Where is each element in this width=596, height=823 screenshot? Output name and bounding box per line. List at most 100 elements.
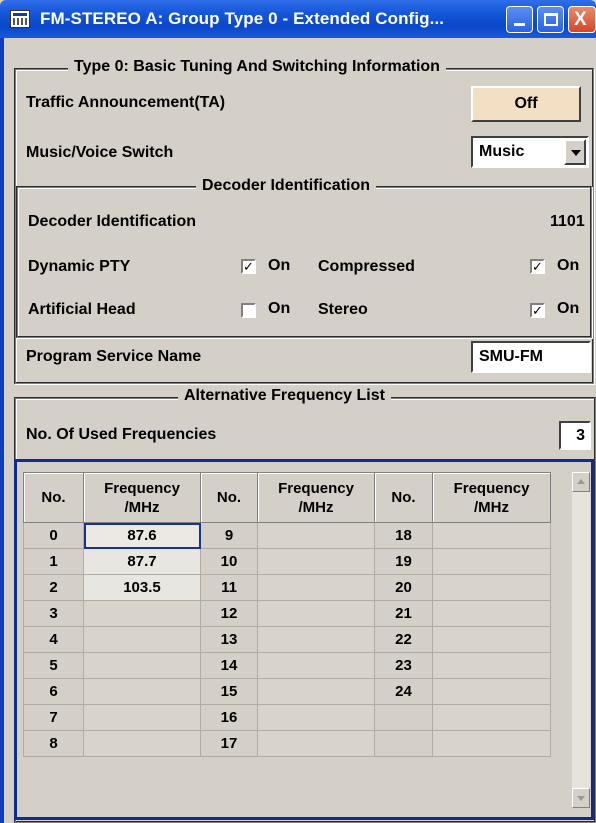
table-row: 3 12 21: [23, 600, 551, 627]
frequency-cell[interactable]: [257, 600, 375, 627]
artificial-head-label: Artificial Head: [28, 301, 136, 318]
frequency-cell[interactable]: [432, 704, 551, 731]
index-cell: 22: [374, 626, 433, 653]
close-icon: X: [574, 9, 587, 30]
table-row: 0 87.6 9 18: [23, 522, 551, 549]
column-header-no: No.: [374, 472, 433, 523]
index-cell: 7: [23, 704, 84, 731]
index-cell: 9: [200, 522, 258, 549]
frequency-cell[interactable]: [257, 678, 375, 705]
frequency-cell[interactable]: [257, 652, 375, 679]
compressed-checkbox[interactable]: ✓: [530, 259, 545, 274]
index-cell: 17: [200, 730, 258, 757]
scroll-down-icon[interactable]: [572, 788, 590, 808]
frequency-table-frame: No. Frequency/MHz No. Frequency/MHz No. …: [14, 459, 594, 820]
frequency-cell[interactable]: [432, 548, 551, 575]
vertical-scrollbar[interactable]: [572, 472, 590, 808]
used-frequencies-label: No. Of Used Frequencies: [26, 426, 217, 443]
index-cell: 13: [200, 626, 258, 653]
frequency-cell[interactable]: [432, 678, 551, 705]
index-cell: 15: [200, 678, 258, 705]
index-cell: 1: [23, 548, 84, 575]
index-cell: 6: [23, 678, 84, 705]
frequency-cell[interactable]: [432, 600, 551, 627]
frequency-cell[interactable]: [432, 626, 551, 653]
frequency-cell[interactable]: 87.6: [83, 522, 201, 549]
stereo-checkbox[interactable]: ✓: [530, 303, 545, 318]
frequency-cell[interactable]: [257, 548, 375, 575]
frequency-cell[interactable]: 87.7: [83, 548, 201, 575]
check-icon: ✓: [532, 303, 543, 318]
music-voice-switch-label: Music/Voice Switch: [26, 144, 174, 161]
used-frequencies-field[interactable]: 3: [559, 421, 591, 450]
frequency-cell[interactable]: [257, 730, 375, 757]
traffic-announcement-button[interactable]: Off: [471, 86, 581, 122]
frequency-cell[interactable]: [432, 652, 551, 679]
index-cell: 2: [23, 574, 84, 601]
window-left-border: [0, 38, 4, 823]
index-cell: 4: [23, 626, 84, 653]
decoder-identification-group-title: Decoder Identification: [196, 177, 377, 195]
index-cell: [374, 704, 433, 731]
music-voice-select[interactable]: Music: [471, 136, 589, 168]
index-cell: 14: [200, 652, 258, 679]
index-cell: 3: [23, 600, 84, 627]
decoder-identification-value: 1101: [550, 213, 585, 230]
frequency-cell[interactable]: 103.5: [83, 574, 201, 601]
frequency-cell[interactable]: [83, 704, 201, 731]
chevron-down-icon[interactable]: [564, 139, 586, 165]
index-cell: 8: [23, 730, 84, 757]
column-header-frequency: Frequency/MHz: [257, 472, 375, 523]
frequency-cell[interactable]: [257, 704, 375, 731]
music-voice-value: Music: [479, 143, 525, 160]
maximize-button[interactable]: [537, 6, 564, 33]
index-cell: 5: [23, 652, 84, 679]
window-title: FM-STEREO A: Group Type 0 - Extended Con…: [40, 9, 445, 28]
frequency-cell[interactable]: [257, 626, 375, 653]
dynamic-pty-on-label: On: [268, 257, 291, 274]
scroll-up-icon[interactable]: [572, 472, 590, 492]
traffic-announcement-label: Traffic Announcement(TA): [26, 94, 226, 111]
frequency-cell[interactable]: [83, 652, 201, 679]
frequency-cell[interactable]: [257, 574, 375, 601]
frequency-cell[interactable]: [432, 730, 551, 757]
index-cell: 10: [200, 548, 258, 575]
frequency-cell[interactable]: [432, 574, 551, 601]
index-cell: 21: [374, 600, 433, 627]
minimize-button[interactable]: [506, 6, 533, 33]
index-cell: 24: [374, 678, 433, 705]
index-cell: 19: [374, 548, 433, 575]
stereo-on-label: On: [557, 300, 580, 317]
frequency-cell[interactable]: [83, 730, 201, 757]
index-cell: 23: [374, 652, 433, 679]
frequency-cell[interactable]: [83, 600, 201, 627]
column-header-no: No.: [23, 472, 84, 523]
table-row: 8 17: [23, 730, 551, 757]
artificial-head-on-label: On: [268, 300, 291, 317]
alternative-frequency-group-title: Alternative Frequency List: [178, 387, 391, 405]
table-row: 1 87.7 10 19: [23, 548, 551, 575]
compressed-on-label: On: [557, 257, 580, 274]
dynamic-pty-checkbox[interactable]: ✓: [241, 259, 256, 274]
frequency-cell[interactable]: [83, 626, 201, 653]
dynamic-pty-label: Dynamic PTY: [28, 258, 131, 275]
frequency-cell[interactable]: [83, 678, 201, 705]
check-icon: ✓: [243, 259, 254, 274]
title-bar[interactable]: FM-STEREO A: Group Type 0 - Extended Con…: [0, 0, 596, 38]
program-service-name-field[interactable]: SMU-FM: [471, 341, 591, 373]
table-row: 5 14 23: [23, 652, 551, 679]
frequency-table: No. Frequency/MHz No. Frequency/MHz No. …: [23, 472, 551, 757]
stereo-label: Stereo: [318, 301, 368, 318]
table-row: 6 15 24: [23, 678, 551, 705]
app-window-icon: [10, 10, 30, 28]
maximize-icon: [544, 13, 558, 26]
table-row: 7 16: [23, 704, 551, 731]
close-button[interactable]: X: [568, 6, 596, 33]
frequency-cell[interactable]: [432, 522, 551, 549]
check-icon: ✓: [532, 259, 543, 274]
program-service-name-value: SMU-FM: [479, 348, 543, 365]
frequency-cell[interactable]: [257, 522, 375, 549]
column-header-no: No.: [200, 472, 258, 523]
index-cell: [374, 730, 433, 757]
artificial-head-checkbox[interactable]: [241, 303, 256, 318]
